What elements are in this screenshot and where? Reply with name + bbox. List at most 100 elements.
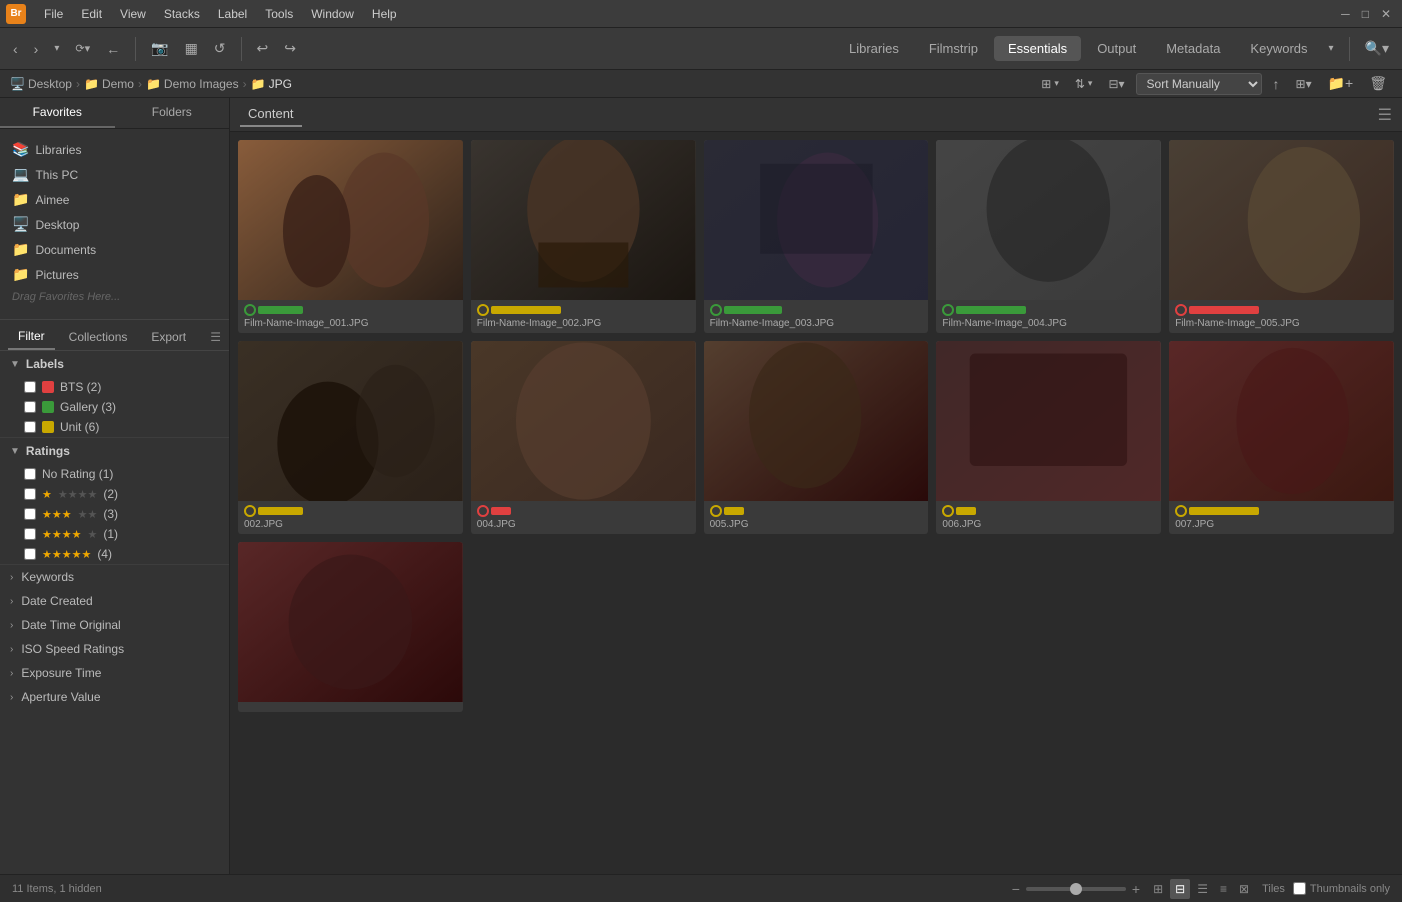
label-gallery[interactable]: Gallery (3) <box>0 397 229 417</box>
batch-rename-button[interactable]: ▦ <box>180 37 203 60</box>
view-panel-button[interactable]: ⊞▾ <box>1291 74 1317 94</box>
get-photos-button[interactable]: 📷 <box>146 37 173 60</box>
thumbnails-only-label[interactable]: Thumbnails only <box>1293 882 1390 895</box>
ratings-section-header[interactable]: ▼ Ratings <box>0 438 229 464</box>
fav-this-pc[interactable]: 💻 This PC <box>0 162 229 187</box>
view-detail2-button[interactable]: ⊠ <box>1234 879 1254 899</box>
sort-asc-button[interactable]: ↑ <box>1268 73 1285 95</box>
content-header-tab[interactable]: Content <box>240 102 302 127</box>
fav-desktop[interactable]: 🖥️ Desktop <box>0 212 229 237</box>
rating-5star[interactable]: ★★★★★ (4) <box>0 544 229 564</box>
thumb-003[interactable]: Film-Name-Image_003.JPG <box>704 140 929 333</box>
thumb-008[interactable]: 005.JPG <box>704 341 929 534</box>
tab-filmstrip[interactable]: Filmstrip <box>915 36 992 61</box>
fav-pictures[interactable]: 📁 Pictures <box>0 262 229 287</box>
labels-section-header[interactable]: ▼ Labels <box>0 351 229 377</box>
breadcrumb-demo-images[interactable]: 📁 Demo Images <box>146 77 239 91</box>
tab-metadata[interactable]: Metadata <box>1152 36 1234 61</box>
breadcrumb-demo[interactable]: 📁 Demo <box>84 77 134 91</box>
rating-no-rating-checkbox[interactable] <box>24 468 36 480</box>
label-unit[interactable]: Unit (6) <box>0 417 229 437</box>
view-detail-button[interactable]: ≡ <box>1215 879 1232 899</box>
aperture-value-section-item[interactable]: › Aperture Value <box>0 685 229 709</box>
rating-1star-checkbox[interactable] <box>24 488 36 500</box>
menu-tools[interactable]: Tools <box>257 5 301 23</box>
fav-libraries[interactable]: 📚 Libraries <box>0 137 229 162</box>
tab-essentials[interactable]: Essentials <box>994 36 1081 61</box>
nav-forward-button[interactable]: › <box>29 38 44 60</box>
thumb-010[interactable]: 007.JPG <box>1169 341 1394 534</box>
menu-edit[interactable]: Edit <box>73 5 110 23</box>
nav-dropdown-button[interactable]: ▾ <box>49 40 64 57</box>
more-tabs-button[interactable]: ▾ <box>1324 40 1339 57</box>
zoom-out-button[interactable]: − <box>1012 881 1020 897</box>
tab-output[interactable]: Output <box>1083 36 1150 61</box>
menu-label[interactable]: Label <box>210 5 255 23</box>
label-bts-checkbox[interactable] <box>24 381 36 393</box>
tab-collections[interactable]: Collections <box>59 325 138 349</box>
filter-panel-menu[interactable]: ☰ <box>210 330 221 344</box>
filter-options-button[interactable]: ⊞▾ <box>1036 74 1064 94</box>
fav-documents[interactable]: 📁 Documents <box>0 237 229 262</box>
add-folder-button[interactable]: 📁+ <box>1323 72 1359 95</box>
delete-button[interactable]: 🗑 <box>1364 72 1392 95</box>
tab-favorites[interactable]: Favorites <box>0 98 115 128</box>
close-button[interactable]: ✕ <box>1376 4 1396 24</box>
rotate-ccw-button[interactable]: ↺ <box>209 37 231 60</box>
thumb-005[interactable]: Film-Name-Image_005.JPG <box>1169 140 1394 333</box>
back-button[interactable]: ← <box>101 38 125 60</box>
sort-select[interactable]: Sort ManuallyBy FilenameBy Date CreatedB… <box>1136 73 1262 95</box>
thumbnails-only-checkbox[interactable] <box>1293 882 1306 895</box>
label-gallery-checkbox[interactable] <box>24 401 36 413</box>
breadcrumb-desktop[interactable]: 🖥️ Desktop <box>10 77 72 91</box>
search-button[interactable]: 🔍▾ <box>1360 37 1394 60</box>
rating-5star-checkbox[interactable] <box>24 548 36 560</box>
thumb-009[interactable]: 006.JPG <box>936 341 1161 534</box>
label-bts[interactable]: BTS (2) <box>0 377 229 397</box>
thumb-007[interactable]: 004.JPG <box>471 341 696 534</box>
tab-keywords[interactable]: Keywords <box>1236 36 1321 61</box>
thumb-001[interactable]: Film-Name-Image_001.JPG <box>238 140 463 333</box>
zoom-in-button[interactable]: + <box>1132 881 1140 897</box>
tab-export[interactable]: Export <box>141 325 196 349</box>
content-panel-menu[interactable]: ☰ <box>1378 105 1392 125</box>
fav-aimee[interactable]: 📁 Aimee <box>0 187 229 212</box>
tab-libraries[interactable]: Libraries <box>835 36 913 61</box>
menu-file[interactable]: File <box>36 5 71 23</box>
undo-button[interactable]: ↩ <box>252 37 274 60</box>
redo-button[interactable]: ↪ <box>279 37 301 60</box>
sort-options-button[interactable]: ⇅▾ <box>1070 74 1098 94</box>
filter-button[interactable]: ⊟▾ <box>1103 74 1129 94</box>
nav-back-button[interactable]: ‹ <box>8 38 23 60</box>
rating-3star-checkbox[interactable] <box>24 508 36 520</box>
keywords-section-item[interactable]: › Keywords <box>0 565 229 589</box>
view-grid-large-button[interactable]: ⊞ <box>1148 879 1168 899</box>
view-grid-medium-button[interactable]: ⊟ <box>1170 879 1190 899</box>
date-created-section-item[interactable]: › Date Created <box>0 589 229 613</box>
thumb-011[interactable] <box>238 542 463 712</box>
menu-view[interactable]: View <box>112 5 154 23</box>
maximize-button[interactable]: □ <box>1357 4 1374 24</box>
rating-1star[interactable]: ★★★★★ (2) <box>0 484 229 504</box>
breadcrumb-jpg[interactable]: 📁 JPG <box>251 77 292 91</box>
zoom-slider[interactable] <box>1026 887 1126 891</box>
rating-4star-checkbox[interactable] <box>24 528 36 540</box>
rating-4star[interactable]: ★★★★★ (1) <box>0 524 229 544</box>
menu-stacks[interactable]: Stacks <box>156 5 208 23</box>
thumb-006[interactable]: 002.JPG <box>238 341 463 534</box>
menu-window[interactable]: Window <box>303 5 362 23</box>
tab-filter[interactable]: Filter <box>8 324 55 350</box>
thumb-002[interactable]: Film-Name-Image_002.JPG <box>471 140 696 333</box>
date-time-original-section-item[interactable]: › Date Time Original <box>0 613 229 637</box>
tab-folders[interactable]: Folders <box>115 98 230 128</box>
thumb-004[interactable]: Film-Name-Image_004.JPG <box>936 140 1161 333</box>
label-unit-checkbox[interactable] <box>24 421 36 433</box>
rating-3star[interactable]: ★★★★★ (3) <box>0 504 229 524</box>
recent-files-button[interactable]: ⟳▾ <box>70 39 95 58</box>
menu-help[interactable]: Help <box>364 5 405 23</box>
rating-no-rating[interactable]: No Rating (1) <box>0 464 229 484</box>
minimize-button[interactable]: ─ <box>1336 4 1355 24</box>
exposure-time-section-item[interactable]: › Exposure Time <box>0 661 229 685</box>
iso-speed-section-item[interactable]: › ISO Speed Ratings <box>0 637 229 661</box>
view-list-button[interactable]: ☰ <box>1192 879 1213 899</box>
